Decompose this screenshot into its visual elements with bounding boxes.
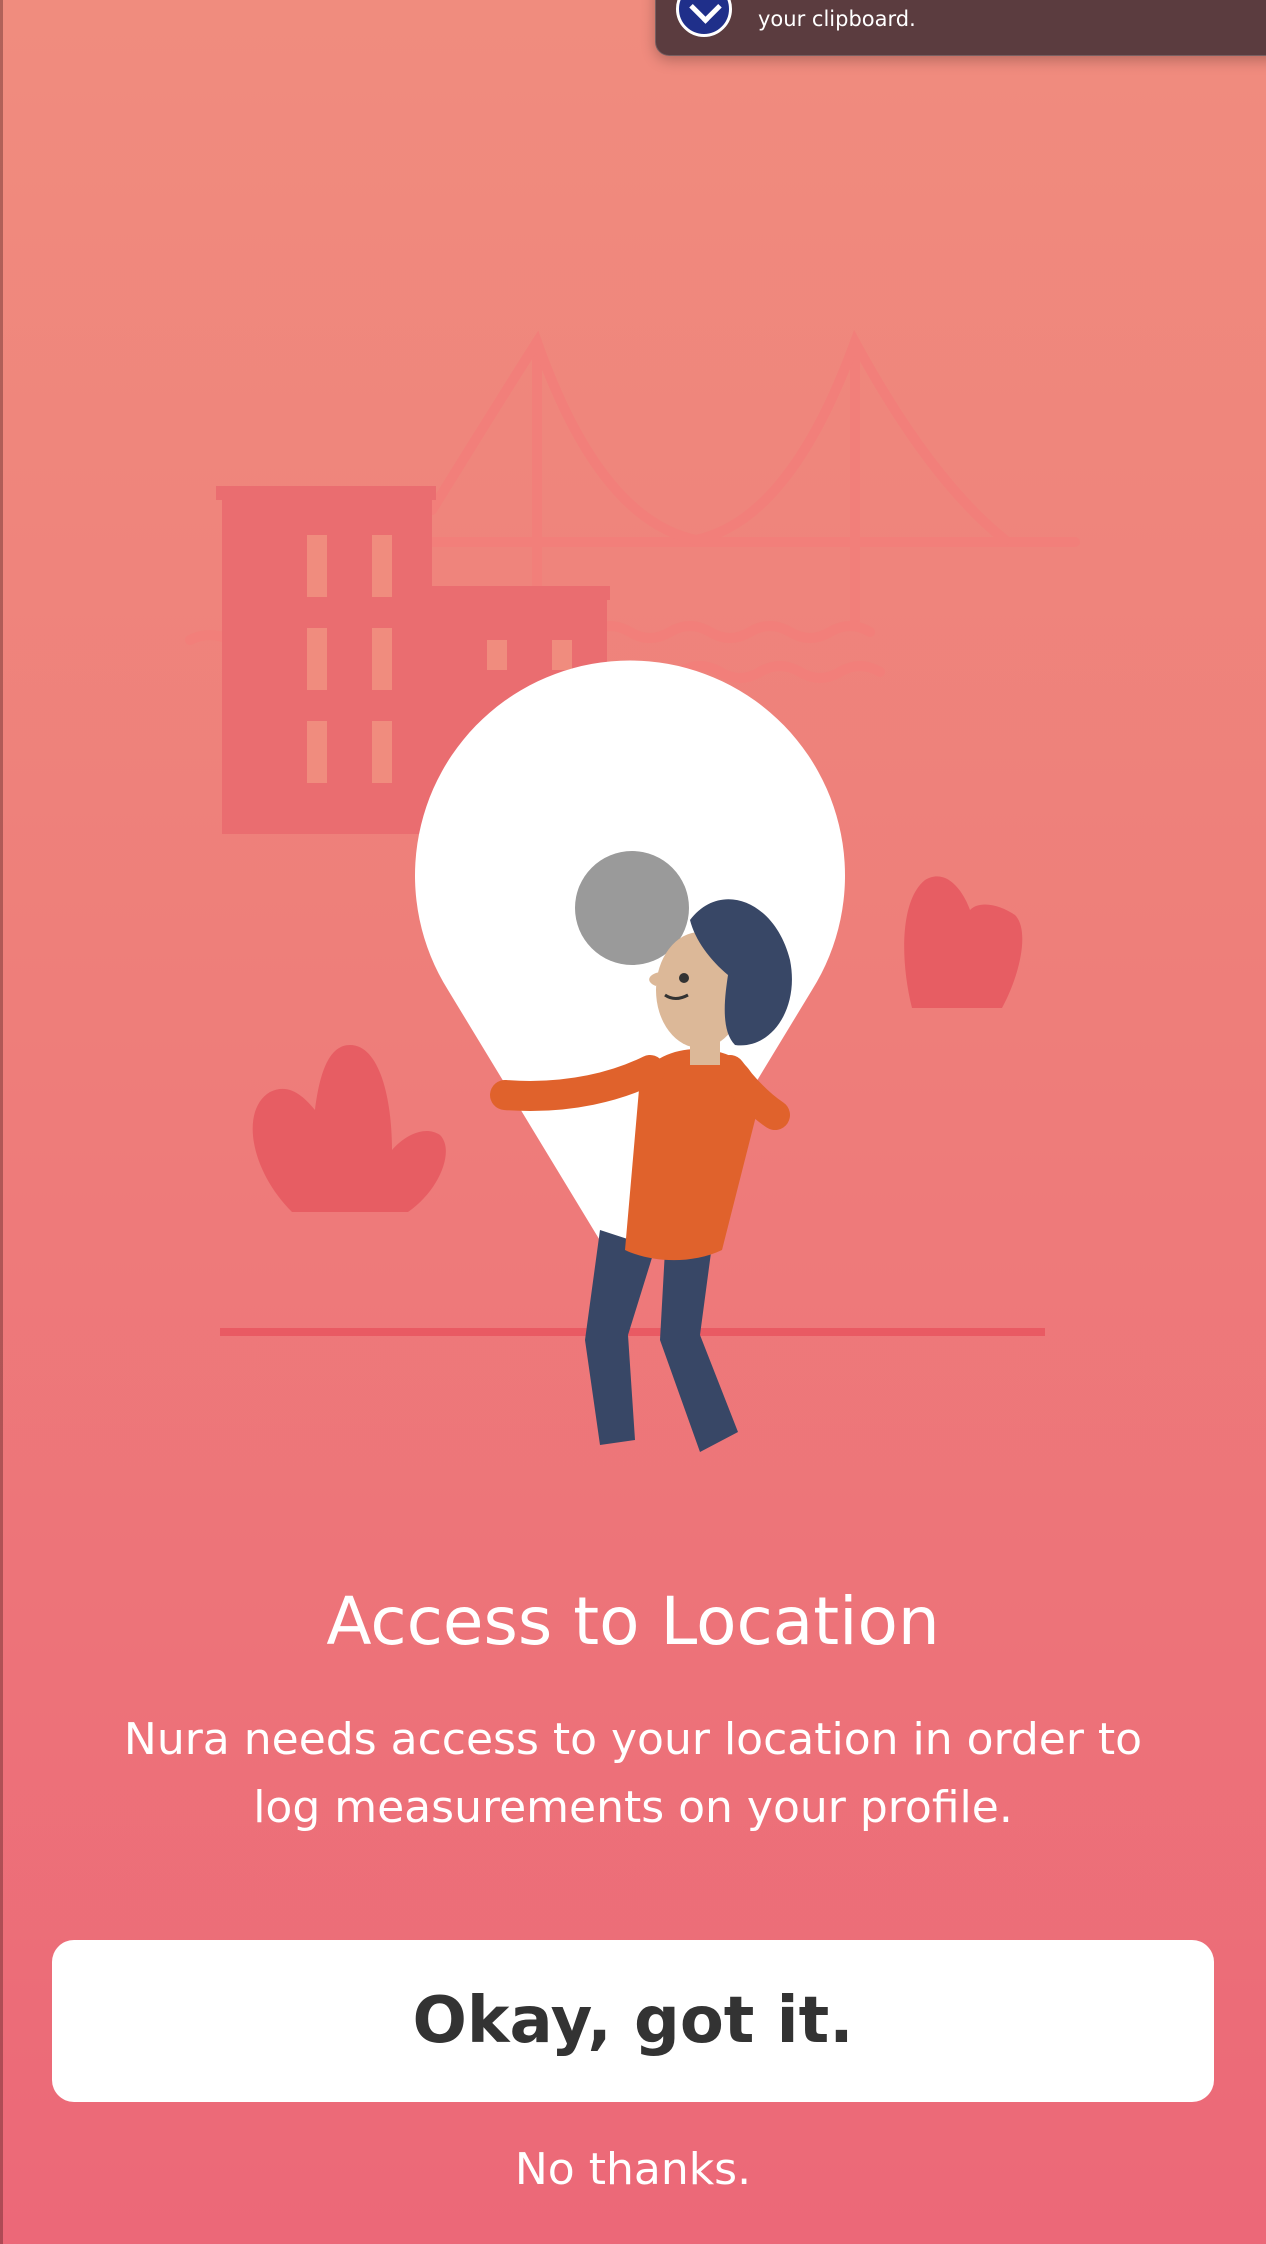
clipboard-notification[interactable]: your clipboard. [655, 0, 1266, 56]
bush-left-graphic [252, 1045, 446, 1212]
notification-text: your clipboard. [758, 7, 916, 31]
bush-right-graphic [904, 876, 1023, 1008]
permission-title: Access to Location [326, 1583, 940, 1660]
decline-link[interactable]: No thanks. [0, 2138, 1266, 2202]
permission-description: Nura needs access to your location in or… [123, 1714, 1143, 1833]
window-edge [0, 0, 3, 2244]
ground-line [220, 1328, 1045, 1336]
location-illustration [185, 329, 1080, 1452]
location-permission-screen: your clipboard. Access to Location Nura … [0, 0, 1266, 2244]
confirm-button[interactable]: Okay, got it. [52, 1940, 1214, 2102]
dropbox-icon [676, 0, 732, 37]
